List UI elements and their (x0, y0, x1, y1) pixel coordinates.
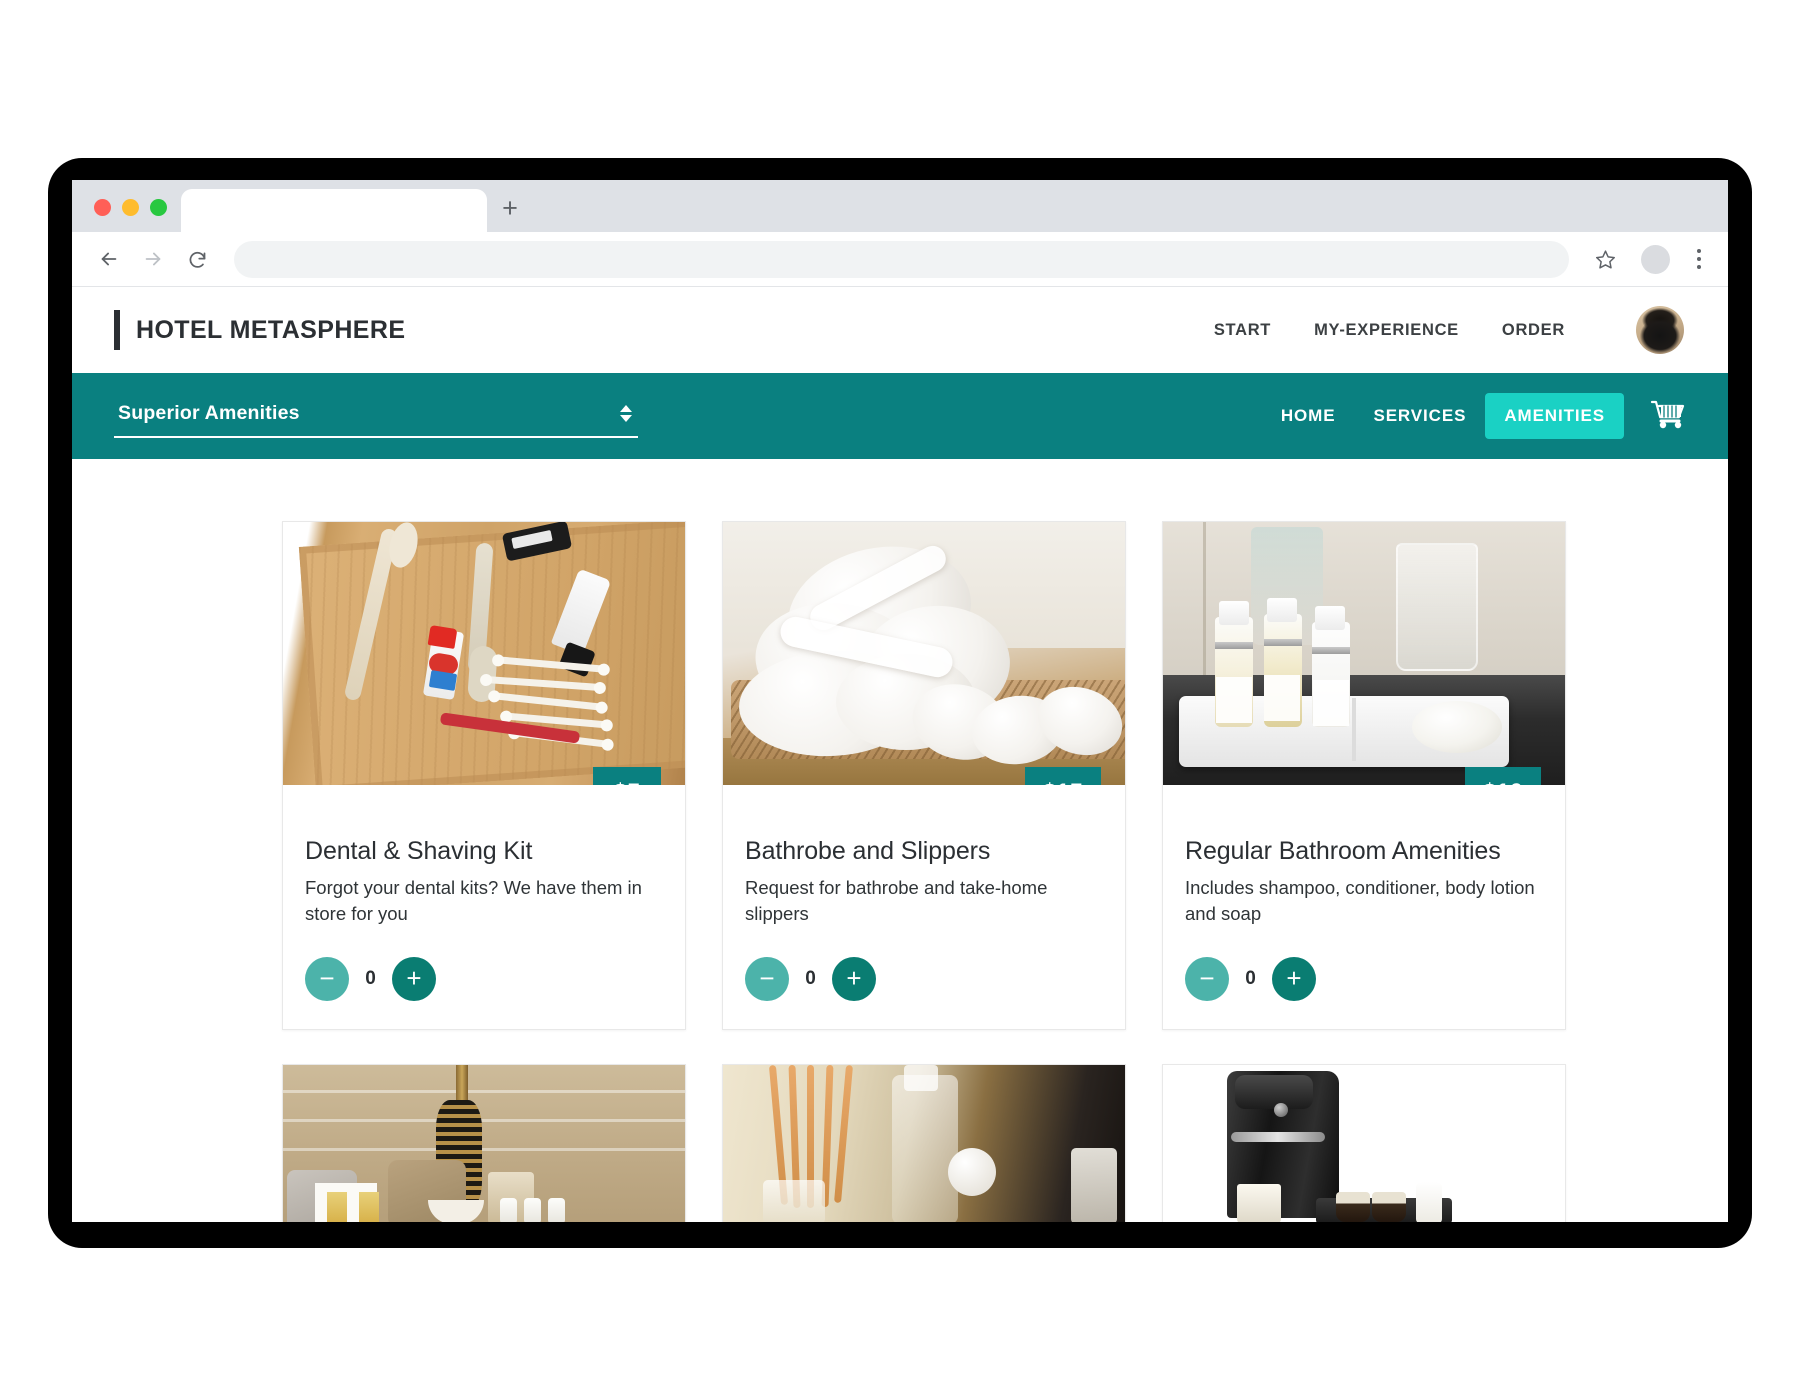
product-title: Bathrobe and Slippers (745, 837, 991, 865)
product-card[interactable]: $10 Regular Bathroom Amenities Includes … (1162, 521, 1566, 1030)
dental-shaving-kit-photo: $5 (283, 522, 685, 785)
product-title: Dental & Shaving Kit (305, 837, 533, 865)
window-traffic-lights (86, 199, 181, 232)
tab-services[interactable]: SERVICES (1354, 393, 1485, 439)
brand-logo[interactable]: HOTEL METASPHERE (114, 310, 405, 350)
header-navigation: START MY-EXPERIENCE ORDER (1214, 306, 1684, 354)
quantity-stepper: − 0 + (1163, 927, 1565, 1029)
user-avatar[interactable] (1636, 306, 1684, 354)
product-card[interactable] (722, 1064, 1126, 1222)
site-header: HOTEL METASPHERE START MY-EXPERIENCE ORD… (72, 287, 1728, 373)
tab-amenities[interactable]: AMENITIES (1485, 393, 1624, 439)
shopping-cart-icon[interactable] (1646, 393, 1692, 439)
header-link-order[interactable]: ORDER (1502, 321, 1565, 340)
browser-toolbar (72, 232, 1728, 287)
price-badge: $10 (1464, 767, 1541, 785)
url-input[interactable] (234, 240, 1569, 278)
close-window-button[interactable] (94, 199, 111, 216)
price-badge: $5 (593, 767, 661, 785)
browser-profile-avatar[interactable] (1641, 244, 1670, 274)
star-icon[interactable] (1585, 240, 1625, 278)
minimize-window-button[interactable] (122, 199, 139, 216)
quantity-value: 0 (805, 968, 816, 989)
quantity-value: 0 (365, 968, 376, 989)
three-dot-menu-icon[interactable] (1686, 240, 1712, 278)
product-description: Includes shampoo, conditioner, body loti… (1185, 877, 1535, 924)
decrement-quantity-button[interactable]: − (305, 957, 349, 1001)
section-tabs: HOME SERVICES AMENITIES (1262, 393, 1692, 439)
category-navigation-bar: Superior Amenities HOME SERVICES AMENITI… (72, 373, 1728, 459)
bathrobe-slippers-photo: $15 (723, 522, 1125, 785)
brand-title: HOTEL METASPHERE (136, 315, 406, 344)
product-grid-next-row (72, 1030, 1728, 1222)
category-select[interactable]: Superior Amenities (114, 402, 638, 438)
increment-quantity-button[interactable]: + (1272, 957, 1316, 1001)
product-description: Forgot your dental kits? We have them in… (305, 877, 642, 924)
forward-arrow-icon[interactable] (134, 240, 172, 278)
quantity-stepper: − 0 + (723, 927, 1125, 1029)
product-info: Regular Bathroom Amenities Includes sham… (1163, 785, 1565, 927)
quantity-value: 0 (1245, 968, 1256, 989)
price-badge: $15 (1024, 767, 1101, 785)
candles-lamp-photo (283, 1065, 685, 1222)
product-info: Bathrobe and Slippers Request for bathro… (723, 785, 1125, 927)
back-arrow-icon[interactable] (90, 240, 128, 278)
laptop-device-frame: + HOTEL METASPHERE START MY-EXPERIENCE O… (48, 158, 1752, 1248)
amenities-content: $5 Dental & Shaving Kit Forgot your dent… (72, 459, 1728, 1222)
browser-tab[interactable] (181, 189, 487, 232)
reload-icon[interactable] (178, 240, 216, 278)
maximize-window-button[interactable] (150, 199, 167, 216)
product-grid: $5 Dental & Shaving Kit Forgot your dent… (72, 521, 1728, 1030)
category-select-value: Superior Amenities (118, 402, 300, 424)
increment-quantity-button[interactable]: + (832, 957, 876, 1001)
bathroom-amenities-photo: $10 (1163, 522, 1565, 785)
product-info: Dental & Shaving Kit Forgot your dental … (283, 785, 685, 927)
product-card[interactable]: $15 Bathrobe and Slippers Request for ba… (722, 521, 1126, 1030)
decrement-quantity-button[interactable]: − (745, 957, 789, 1001)
tab-home[interactable]: HOME (1262, 393, 1355, 439)
product-description: Request for bathrobe and take-home slipp… (745, 877, 1048, 924)
product-title: Regular Bathroom Amenities (1185, 837, 1501, 865)
header-link-my-experience[interactable]: MY-EXPERIENCE (1314, 321, 1459, 340)
browser-tab-strip: + (72, 180, 1728, 232)
quantity-stepper: − 0 + (283, 927, 685, 1029)
reed-diffuser-photo (723, 1065, 1125, 1222)
brand-accent-bar (114, 310, 120, 350)
product-card[interactable]: $5 Dental & Shaving Kit Forgot your dent… (282, 521, 686, 1030)
new-tab-button[interactable]: + (487, 189, 533, 232)
browser-window: + HOTEL METASPHERE START MY-EXPERIENCE O… (72, 180, 1728, 1222)
product-card[interactable] (1162, 1064, 1566, 1222)
up-down-chevron-icon (620, 405, 632, 422)
header-link-start[interactable]: START (1214, 321, 1271, 340)
coffee-maker-photo (1163, 1065, 1565, 1222)
increment-quantity-button[interactable]: + (392, 957, 436, 1001)
decrement-quantity-button[interactable]: − (1185, 957, 1229, 1001)
product-card[interactable] (282, 1064, 686, 1222)
